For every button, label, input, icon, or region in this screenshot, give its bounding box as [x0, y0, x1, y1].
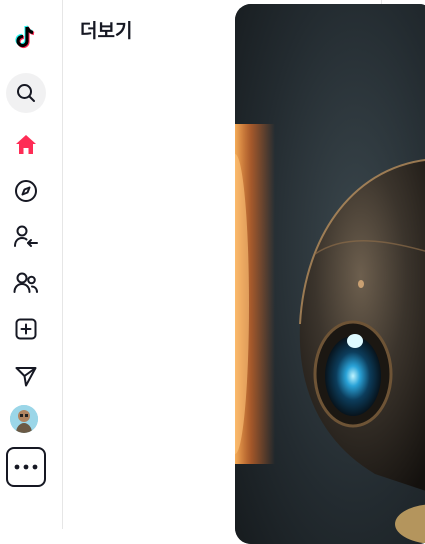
nav-explore[interactable] [6, 171, 46, 211]
video-thumbnail[interactable] [235, 4, 425, 544]
home-icon [16, 135, 36, 154]
send-icon [15, 367, 37, 387]
search-button[interactable] [6, 73, 46, 113]
plus-square-icon [15, 318, 37, 340]
tiktok-logo-icon [15, 25, 35, 49]
nav-home[interactable] [6, 125, 46, 165]
user-follow-icon [14, 225, 38, 247]
tiktok-logo[interactable] [6, 18, 46, 58]
robot-image [235, 4, 425, 544]
nav-upload[interactable] [6, 309, 46, 349]
nav-following[interactable] [6, 217, 46, 257]
nav-friends[interactable] [6, 263, 46, 303]
more-dots-icon [14, 464, 38, 470]
search-icon [17, 84, 35, 102]
compass-icon [15, 180, 37, 202]
more-button[interactable] [6, 447, 46, 487]
friends-icon [13, 272, 38, 293]
panel-title: 더보기 [80, 20, 133, 42]
avatar-image [10, 405, 38, 433]
nav-messages[interactable] [6, 356, 46, 396]
left-rail [0, 0, 63, 529]
avatar[interactable] [10, 405, 38, 433]
